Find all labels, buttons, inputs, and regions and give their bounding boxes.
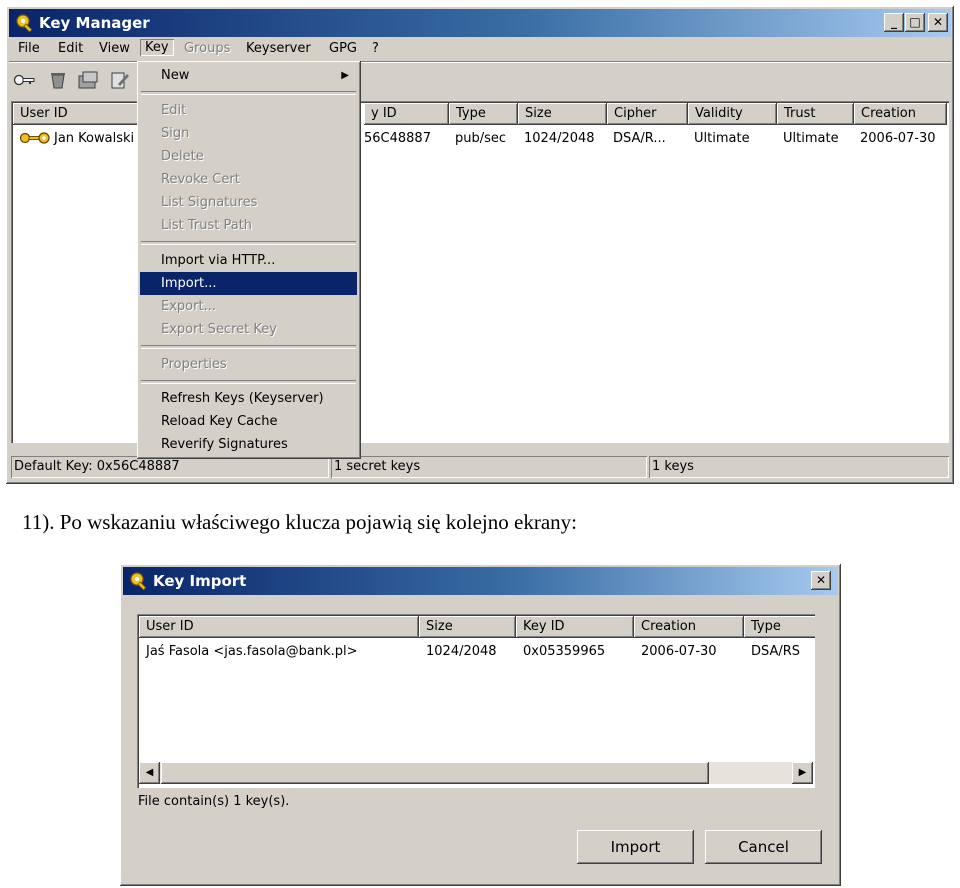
cancel-button[interactable]: Cancel <box>705 830 822 864</box>
cell-validity: Ultimate <box>694 131 750 146</box>
col-user-id[interactable]: User ID <box>13 103 143 125</box>
menu-file[interactable]: File <box>18 41 40 56</box>
col-user-id[interactable]: User ID <box>139 616 419 638</box>
menu-item-export-secret-key[interactable]: Export Secret Key <box>140 318 357 341</box>
keypair-icon <box>19 132 50 144</box>
properties-icon[interactable] <box>77 70 99 90</box>
menu-help[interactable]: ? <box>372 41 379 56</box>
menu-item-export[interactable]: Export... <box>140 295 357 318</box>
menu-separator <box>141 241 356 245</box>
menu-item-edit[interactable]: Edit <box>140 99 357 122</box>
trash-icon[interactable] <box>47 70 69 90</box>
col-type[interactable]: Type <box>744 616 815 638</box>
menu-separator <box>141 380 356 384</box>
horizontal-scrollbar[interactable]: ◀ ▶ <box>139 762 813 784</box>
menu-view[interactable]: View <box>99 41 130 56</box>
maximize-button[interactable]: □ <box>905 13 925 32</box>
cell-cipher: DSA/R... <box>613 131 666 146</box>
col-validity[interactable]: Validity <box>688 103 777 125</box>
col-trust[interactable]: Trust <box>777 103 854 125</box>
menu-item-delete[interactable]: Delete <box>140 145 357 168</box>
menu-item-reload-cache[interactable]: Reload Key Cache <box>140 410 357 433</box>
menu-key[interactable]: Key <box>140 39 174 56</box>
menu-separator <box>141 91 356 95</box>
scroll-right-icon[interactable]: ▶ <box>792 762 813 784</box>
col-key-id[interactable]: y ID <box>364 103 449 125</box>
key-dropdown-menu: New ▶ Edit Sign Delete Revoke Cert List … <box>137 61 361 459</box>
edit-icon[interactable] <box>109 70 131 90</box>
key-icon[interactable] <box>13 70 35 90</box>
close-button[interactable]: ✕ <box>811 571 831 590</box>
cell-trust: Ultimate <box>783 131 839 146</box>
col-creation[interactable]: Creation <box>854 103 947 125</box>
key-import-icon <box>130 572 147 591</box>
cell-type: DSA/RS <box>751 644 801 659</box>
col-creation[interactable]: Creation <box>634 616 744 638</box>
cell-creation: 2006-07-30 <box>641 644 717 659</box>
menu-item-import-http[interactable]: Import via HTTP... <box>140 249 357 272</box>
menu-item-properties[interactable]: Properties <box>140 353 357 376</box>
menu-item-list-trust-path[interactable]: List Trust Path <box>140 214 357 237</box>
status-default-key: Default Key: 0x56C48887 <box>11 456 329 478</box>
dialog-title: Key Import <box>153 572 247 590</box>
menu-item-revoke-cert[interactable]: Revoke Cert <box>140 168 357 191</box>
menu-item-list-signatures[interactable]: List Signatures <box>140 191 357 214</box>
key-import-dialog: Key Import ✕ User ID Size Key ID Creatio… <box>120 564 841 886</box>
scroll-left-icon[interactable]: ◀ <box>139 762 160 784</box>
document-caption: 11). Po wskazaniu właściwego klucza poja… <box>22 510 577 534</box>
import-button[interactable]: Import <box>577 830 694 864</box>
scroll-thumb[interactable] <box>161 762 709 784</box>
cell-key-id: 56C48887 <box>364 131 431 146</box>
close-button[interactable]: ✕ <box>928 13 948 32</box>
menu-item-import[interactable]: Import... <box>140 272 357 295</box>
import-button-label: Import <box>610 838 661 856</box>
cell-creation: 2006-07-30 <box>860 131 936 146</box>
menu-groups[interactable]: Groups <box>184 41 230 56</box>
col-type[interactable]: Type <box>449 103 518 125</box>
menu-gpg[interactable]: GPG <box>329 41 357 56</box>
submenu-arrow-icon: ▶ <box>341 70 349 81</box>
menu-edit[interactable]: Edit <box>58 41 83 56</box>
title-bar[interactable]: Key Manager _ □ ✕ <box>9 9 951 37</box>
status-keys: 1 keys <box>649 456 949 478</box>
cell-user-id: Jaś Fasola <jas.fasola@bank.pl> <box>146 644 358 659</box>
col-cipher[interactable]: Cipher <box>607 103 688 125</box>
menu-item-refresh-keys[interactable]: Refresh Keys (Keyserver) <box>140 387 357 410</box>
cell-user-id: Jan Kowalski <box>54 131 135 146</box>
title-bar[interactable]: Key Import ✕ <box>123 567 838 595</box>
window-title: Key Manager <box>39 14 150 32</box>
col-size[interactable]: Size <box>518 103 607 125</box>
key-manager-icon <box>16 14 33 33</box>
file-info-text: File contain(s) 1 key(s). <box>138 794 290 809</box>
menu-separator <box>141 345 356 349</box>
status-secret-keys: 1 secret keys <box>331 456 647 478</box>
menu-item-label: New <box>161 68 190 83</box>
menu-keyserver[interactable]: Keyserver <box>246 41 311 56</box>
col-key-id[interactable]: Key ID <box>516 616 634 638</box>
cancel-button-label: Cancel <box>738 838 789 856</box>
minimize-button[interactable]: _ <box>884 13 904 32</box>
cell-type: pub/sec <box>455 131 507 146</box>
col-size[interactable]: Size <box>419 616 516 638</box>
menu-item-new[interactable]: New ▶ <box>140 64 357 87</box>
menu-bar: File Edit View Key Groups Keyserver GPG … <box>9 38 951 60</box>
cell-key-id: 0x05359965 <box>523 644 606 659</box>
cell-size: 1024/2048 <box>426 644 497 659</box>
menu-item-sign[interactable]: Sign <box>140 122 357 145</box>
menu-item-reverify[interactable]: Reverify Signatures <box>140 433 357 456</box>
cell-size: 1024/2048 <box>524 131 595 146</box>
